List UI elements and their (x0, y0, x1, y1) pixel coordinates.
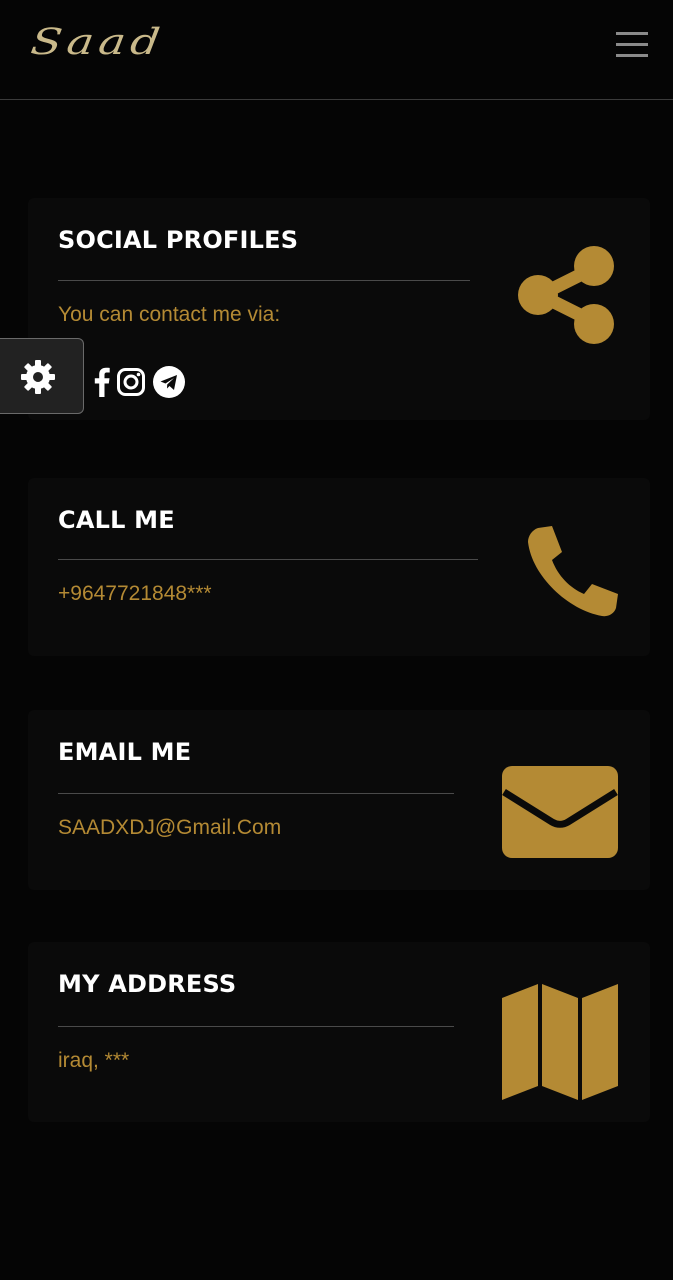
phone-number[interactable]: +9647721848*** (58, 582, 212, 606)
social-links (94, 365, 186, 404)
email-me-card: EMAIL ME SAADXDJ@Gmail.Com (28, 710, 650, 890)
divider (58, 793, 454, 794)
envelope-icon (502, 766, 618, 863)
call-me-card: CALL ME +9647721848*** (28, 478, 650, 656)
telegram-icon[interactable] (152, 365, 186, 404)
phone-icon (524, 524, 620, 625)
email-address[interactable]: SAADXDJ@Gmail.Com (58, 816, 281, 840)
card-text: You can contact me via: (58, 303, 281, 326)
site-header: Saad (0, 0, 673, 100)
hamburger-menu-icon[interactable] (612, 30, 652, 60)
my-address-card: MY ADDRESS iraq, *** (28, 942, 650, 1122)
site-logo[interactable]: Saad (28, 22, 167, 63)
instagram-icon[interactable] (116, 367, 146, 402)
settings-toggle-button[interactable] (0, 338, 84, 414)
card-title: CALL ME (58, 506, 175, 534)
social-profiles-card: SOCIAL PROFILES You can contact me via: (28, 198, 650, 420)
divider (58, 1026, 454, 1027)
gear-icon (20, 359, 56, 400)
facebook-icon[interactable] (94, 367, 110, 402)
map-icon (502, 984, 618, 1105)
divider (58, 559, 478, 560)
share-icon (516, 244, 618, 351)
address-text: iraq, *** (58, 1049, 130, 1072)
card-title: MY ADDRESS (58, 970, 237, 998)
card-title: SOCIAL PROFILES (58, 226, 299, 254)
card-title: EMAIL ME (58, 738, 192, 766)
divider (58, 280, 470, 281)
